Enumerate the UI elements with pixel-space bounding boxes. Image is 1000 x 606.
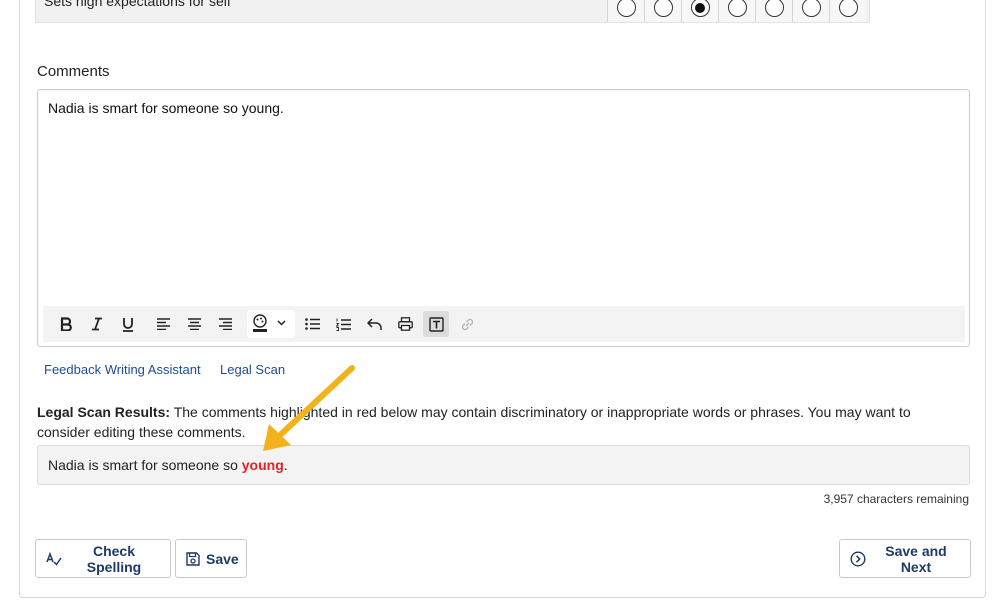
flagged-word: young: [241, 457, 284, 473]
underline-icon[interactable]: [115, 311, 141, 337]
spell-check-icon: [46, 551, 62, 566]
comments-text[interactable]: Nadia is smart for someone so young.: [48, 100, 284, 116]
rating-option-4[interactable]: [718, 0, 755, 22]
rating-option-7[interactable]: [829, 0, 866, 22]
italic-icon[interactable]: [84, 311, 110, 337]
link-icon[interactable]: [454, 311, 480, 337]
comments-label: Comments: [37, 63, 110, 80]
editor-toolbar: [43, 306, 965, 342]
characters-remaining: 3,957 characters remaining: [823, 492, 969, 506]
save-button[interactable]: Save: [175, 539, 247, 578]
radio-button[interactable]: [764, 0, 784, 17]
save-and-next-label: Save and Next: [885, 542, 947, 575]
radio-button-selected[interactable]: [690, 0, 710, 17]
rating-option-2[interactable]: [644, 0, 681, 22]
rating-row: Sets high expectations for self: [35, 0, 870, 23]
bullet-list-icon[interactable]: [299, 311, 325, 337]
text-color-icon[interactable]: [247, 310, 273, 336]
radio-button[interactable]: [653, 0, 673, 17]
save-label: Save: [206, 550, 239, 567]
align-center-icon[interactable]: [181, 311, 207, 337]
rating-label: Sets high expectations for self: [44, 0, 231, 9]
comments-editor[interactable]: Nadia is smart for someone so young.: [37, 89, 970, 347]
legal-scan-heading: Legal Scan Results:: [37, 404, 171, 420]
text-box-icon[interactable]: [423, 311, 449, 337]
save-icon: [186, 551, 200, 566]
radio-button[interactable]: [616, 0, 636, 17]
text-color-picker[interactable]: [247, 310, 295, 338]
check-spelling-label: Check Spelling: [86, 542, 142, 575]
rating-option-1[interactable]: [607, 0, 644, 22]
rating-option-3[interactable]: [681, 0, 718, 22]
save-and-next-button[interactable]: Save and Next: [839, 539, 971, 578]
scan-result-suffix: .: [283, 457, 288, 473]
bold-icon[interactable]: [53, 311, 79, 337]
radio-button[interactable]: [838, 0, 858, 17]
numbered-list-icon[interactable]: [330, 311, 356, 337]
chevron-right-circle-icon: [850, 550, 866, 567]
legal-scan-result-box: Nadia is smart for someone so young.: [37, 445, 970, 485]
check-spelling-button[interactable]: Check Spelling: [35, 539, 171, 578]
scan-result-text: Nadia is smart for someone so: [48, 457, 242, 473]
rating-option-6[interactable]: [792, 0, 829, 22]
legal-scan-results: Legal Scan Results: The comments highlig…: [37, 402, 967, 442]
feedback-writing-assistant-link[interactable]: Feedback Writing Assistant: [44, 362, 201, 377]
align-right-icon[interactable]: [212, 311, 238, 337]
align-left-icon[interactable]: [150, 311, 176, 337]
rating-option-5[interactable]: [755, 0, 792, 22]
radio-button[interactable]: [727, 0, 747, 17]
chevron-down-icon[interactable]: [271, 310, 291, 336]
annotation-arrow-icon: [263, 365, 355, 451]
undo-icon[interactable]: [361, 311, 387, 337]
radio-button[interactable]: [801, 0, 821, 17]
print-icon[interactable]: [392, 311, 418, 337]
